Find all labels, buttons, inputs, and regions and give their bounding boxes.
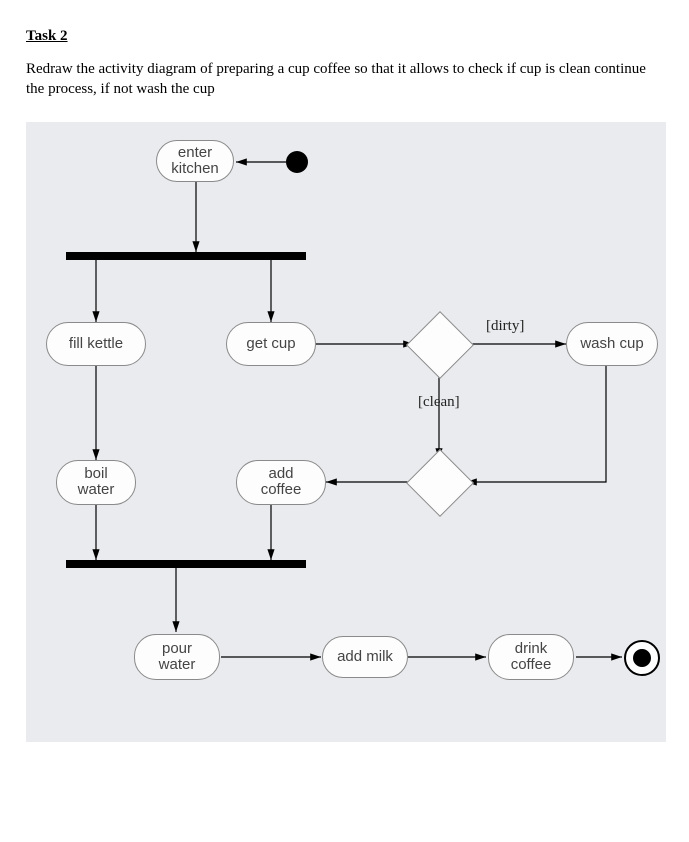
- guard-dirty: [dirty]: [486, 318, 524, 335]
- activity-add-coffee: addcoffee: [236, 460, 326, 505]
- activity-wash-cup: wash cup: [566, 322, 658, 366]
- task-description: Redraw the activity diagram of preparing…: [26, 59, 663, 100]
- activity-get-cup: get cup: [226, 322, 316, 366]
- activity-boil-water: boilwater: [56, 460, 136, 505]
- initial-node: [286, 151, 308, 173]
- activity-fill-kettle: fill kettle: [46, 322, 146, 366]
- activity-drink-coffee: drinkcoffee: [488, 634, 574, 680]
- activity-add-milk: add milk: [322, 636, 408, 678]
- final-node-inner: [633, 649, 651, 667]
- final-node: [624, 640, 660, 676]
- activity-enter-kitchen: enterkitchen: [156, 140, 234, 182]
- fork-bar: [66, 252, 306, 260]
- activity-pour-water: pourwater: [134, 634, 220, 680]
- guard-clean: [clean]: [418, 394, 460, 411]
- task-title: Task 2: [26, 28, 663, 45]
- join-bar: [66, 560, 306, 568]
- activity-diagram: enterkitchen fill kettle get cup wash cu…: [26, 122, 666, 742]
